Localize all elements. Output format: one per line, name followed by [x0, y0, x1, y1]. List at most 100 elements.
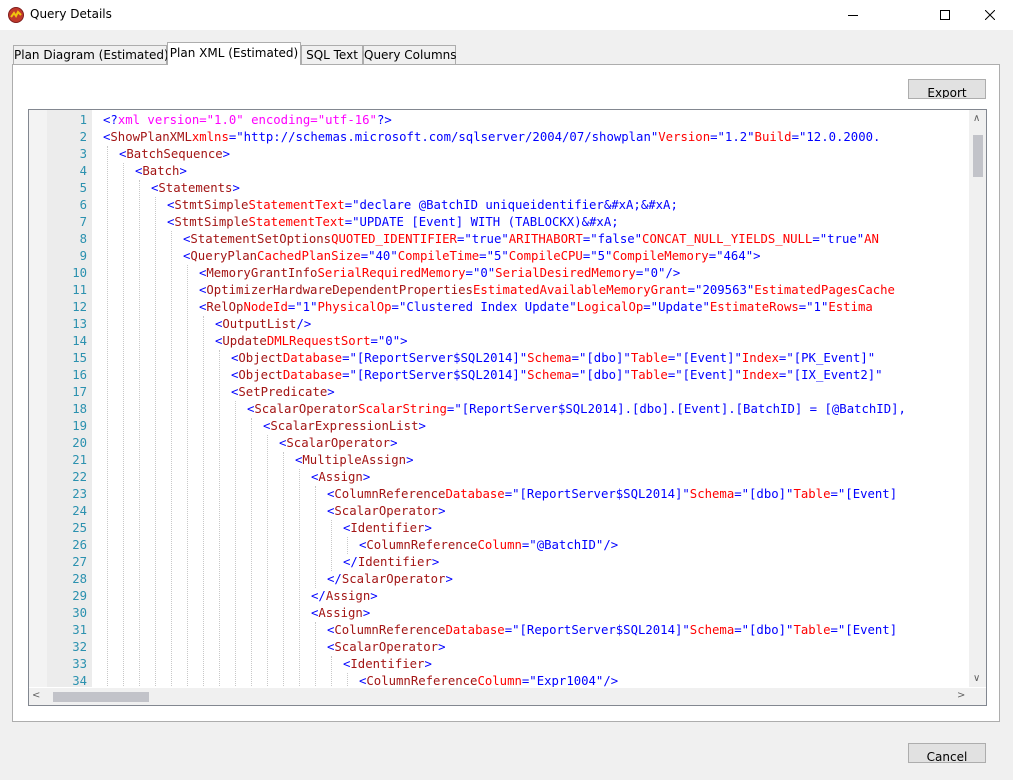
line-number: 4: [79, 164, 87, 178]
xml-token: [257, 231, 264, 248]
line-number: 26: [72, 538, 87, 552]
code-line: 5 <Statements>: [29, 180, 969, 197]
scroll-left-icon[interactable]: <: [32, 691, 40, 701]
cancel-button[interactable]: Cancel: [908, 743, 986, 763]
code-line: 29 </Assign>: [29, 588, 969, 605]
xml-token: CachedPlanSize: [257, 249, 361, 263]
xml-token: Version: [658, 130, 711, 144]
xml-token: CONCAT_NULL_YIELDS_NULL: [642, 232, 813, 246]
xml-token: Object: [238, 351, 283, 365]
code-line: 14 <Update DMLRequestSort="0">: [29, 333, 969, 350]
xml-token: >: [222, 147, 231, 161]
scroll-right-icon[interactable]: >: [957, 691, 965, 701]
xml-token: />: [665, 266, 681, 280]
export-button[interactable]: Export: [908, 79, 986, 99]
xml-token: Identifier: [357, 555, 432, 569]
xml-token: [433, 673, 440, 687]
xml-token: EstimatedAvailableMemoryGrant: [472, 283, 688, 297]
xml-token: Index: [741, 351, 779, 365]
code-line: 2 <ShowPlanXML xmlns="http://schemas.micr…: [29, 129, 969, 146]
line-text: <ColumnReference Database="[ReportServer…: [327, 486, 897, 503]
vertical-scroll-thumb[interactable]: [973, 135, 983, 177]
code-line: 26 <ColumnReference Column="@BatchID" />: [29, 537, 969, 554]
xml-token: [273, 299, 280, 316]
xml-token: ColumnReference: [366, 674, 478, 687]
line-number: 27: [72, 555, 87, 569]
close-button[interactable]: [967, 0, 1013, 30]
horizontal-scroll-thumb[interactable]: [53, 692, 149, 702]
line-number: 13: [72, 317, 87, 331]
xml-token: [289, 316, 296, 333]
line-text: <ColumnReference Database="[ReportServer…: [327, 622, 897, 639]
line-number: 2: [79, 130, 87, 144]
code-line: 34 <ColumnReference Column="Expr1004" />: [29, 673, 969, 687]
xml-token: Identifier: [350, 521, 425, 535]
line-text: <OutputList />: [215, 316, 311, 333]
xml-token: =: [830, 487, 838, 501]
xml-token: Column: [477, 674, 522, 687]
xml-token: Table: [630, 368, 668, 382]
minimize-button[interactable]: [830, 0, 876, 30]
xml-token: "[Event]": [675, 351, 742, 365]
xml-token: Assign: [325, 589, 371, 603]
code-line: 27 </Identifier>: [29, 554, 969, 571]
code-line: 15 <Object Database="[ReportServer$SQL201…: [29, 350, 969, 367]
xml-token: Schema: [527, 351, 572, 365]
xml-token: />: [296, 317, 312, 331]
xml-token: ColumnReference: [334, 623, 446, 637]
xml-token: =: [710, 130, 718, 144]
tab-label: Query Columns: [364, 48, 457, 62]
xml-token: Object: [238, 368, 283, 382]
code-area[interactable]: 1 <?xml version="1.0" encoding="utf-16"?>…: [29, 110, 969, 687]
xml-token: "@BatchID": [529, 538, 604, 552]
vertical-scrollbar[interactable]: ∧ ∨: [969, 110, 986, 687]
xml-token: >: [424, 657, 432, 671]
tab-sql-text[interactable]: SQL Text: [301, 45, 363, 64]
line-text: <?xml version="1.0" encoding="utf-16"?>: [103, 112, 392, 129]
xml-token: "0": [643, 266, 666, 280]
tab-plan-diagram[interactable]: Plan Diagram (Estimated): [13, 45, 169, 64]
xml-token: =: [391, 300, 399, 314]
xml-editor[interactable]: 1 <?xml version="1.0" encoding="utf-16"?>…: [28, 109, 987, 706]
code-line: 11 <OptimizerHardwareDependentProperties …: [29, 282, 969, 299]
xml-token: [401, 486, 408, 503]
line-text: <BatchSequence>: [119, 146, 230, 163]
xml-token: [433, 537, 440, 554]
xml-token: OptimizerHardwareDependentProperties: [206, 283, 473, 297]
line-number: 28: [72, 572, 87, 586]
code-line: 25 <Identifier>: [29, 520, 969, 537]
xml-token: </: [343, 555, 358, 569]
xml-token: >: [406, 453, 414, 467]
maximize-button[interactable]: [922, 0, 968, 30]
xml-token: =: [812, 232, 820, 246]
xml-token: ScalarExpressionList: [270, 419, 419, 433]
xml-token: =: [465, 266, 473, 280]
code-line: 1 <?xml version="1.0" encoding="utf-16"?>: [29, 112, 969, 129]
xml-token: =: [643, 300, 651, 314]
code-line: 32 <ScalarOperator>: [29, 639, 969, 656]
close-icon: [985, 10, 995, 20]
xml-token: Assign: [318, 470, 363, 484]
line-number: 29: [72, 589, 87, 603]
xml-token: [273, 265, 280, 282]
line-number: 3: [79, 147, 87, 161]
xml-token: =: [708, 249, 717, 263]
xml-token: RelOp: [206, 300, 244, 314]
line-text: <Object Database="[ReportServer$SQL2014]…: [231, 350, 875, 367]
xml-token: Table: [793, 487, 831, 501]
xml-token: Update: [222, 334, 267, 348]
code-line: 31 <ColumnReference Database="[ReportServ…: [29, 622, 969, 639]
line-text: </ScalarOperator>: [327, 571, 453, 588]
scroll-up-icon[interactable]: ∧: [973, 114, 980, 124]
xml-token: "declare @BatchID uniqueidentifier&#xA;&…: [352, 198, 678, 212]
xml-token: =: [571, 351, 579, 365]
xml-token: />: [603, 538, 619, 552]
tab-plan-xml[interactable]: Plan XML (Estimated): [167, 42, 301, 65]
xml-token: =: [791, 130, 799, 144]
code-line: 7 <StmtSimple StatementText="UPDATE [Even…: [29, 214, 969, 231]
scroll-down-icon[interactable]: ∨: [973, 674, 980, 684]
xml-token: SerialRequiredMemory: [317, 266, 466, 280]
horizontal-scrollbar[interactable]: < >: [29, 688, 969, 705]
tab-query-columns[interactable]: Query Columns: [363, 45, 457, 64]
line-text: <ScalarOperator>: [327, 639, 445, 656]
